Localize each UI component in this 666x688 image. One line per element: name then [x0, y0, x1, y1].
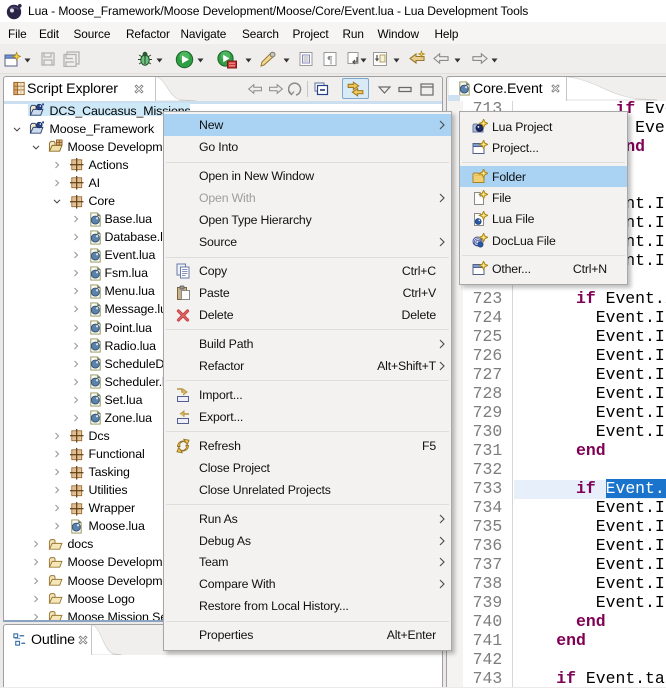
svg-text:¶: ¶	[328, 54, 333, 66]
